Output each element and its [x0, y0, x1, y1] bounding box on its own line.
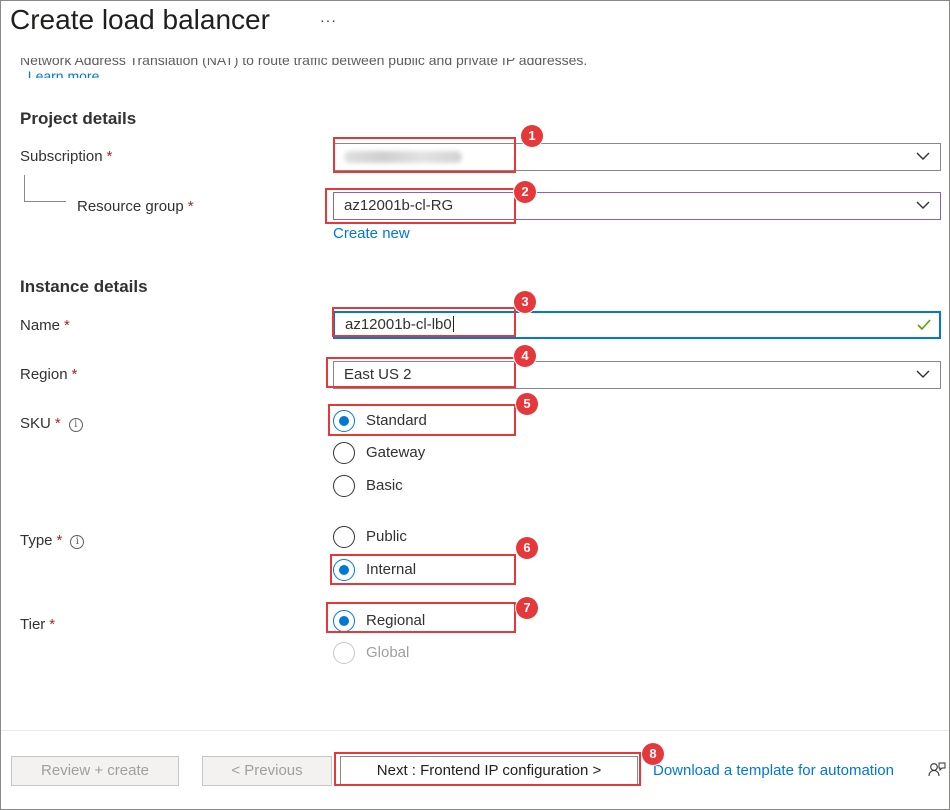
required-marker: *	[106, 148, 113, 165]
resource-group-label: Resource group *	[77, 198, 194, 215]
annotation-badge-4: 4	[514, 345, 536, 367]
chevron-down-icon	[916, 152, 930, 160]
annotation-badge-7: 7	[516, 597, 538, 619]
sku-option-gateway: Gateway	[366, 444, 426, 461]
tier-option-global: Global	[366, 644, 410, 661]
sku-label: SKU * i	[20, 415, 83, 432]
info-icon[interactable]: i	[68, 418, 83, 432]
learn-more-link[interactable]: Learn more.	[28, 68, 103, 78]
type-radio-public[interactable]	[333, 526, 355, 548]
review-create-button: Review + create	[11, 756, 179, 786]
sku-radio-basic[interactable]	[333, 475, 355, 497]
tier-label: Tier *	[20, 616, 56, 633]
annotation-box-tier	[326, 602, 516, 633]
tree-connector	[24, 175, 66, 202]
annotation-box-name	[332, 307, 516, 337]
tier-radio-global	[333, 642, 355, 664]
subscription-label: Subscription *	[20, 148, 113, 165]
sku-option-basic: Basic	[366, 477, 403, 494]
type-label: Type * i	[20, 532, 85, 549]
annotation-box-subscription	[333, 137, 516, 173]
type-option-public: Public	[366, 528, 407, 545]
page-title: Create load balancer	[10, 4, 270, 35]
previous-button: < Previous	[202, 756, 332, 786]
required-marker: *	[54, 415, 61, 432]
instance-details-heading: Instance details	[20, 277, 148, 296]
annotation-badge-8: 8	[642, 743, 664, 765]
more-options-icon[interactable]: ···	[320, 12, 337, 28]
annotation-badge-6: 6	[516, 537, 538, 559]
project-details-heading: Project details	[20, 109, 137, 128]
annotation-badge-2: 2	[514, 181, 536, 203]
footer-divider	[1, 730, 949, 731]
required-marker: *	[71, 366, 78, 383]
annotation-badge-1: 1	[521, 125, 543, 147]
required-marker: *	[64, 317, 70, 334]
annotation-box-next	[334, 752, 641, 786]
annotation-box-region	[326, 357, 516, 388]
annotation-box-type	[330, 554, 516, 585]
annotation-badge-5: 5	[516, 393, 538, 415]
validation-check-icon	[917, 319, 931, 331]
required-marker: *	[56, 532, 63, 549]
annotation-badge-3: 3	[514, 291, 536, 313]
intro-text: Network Address Translation (NAT) to rou…	[20, 58, 930, 78]
feedback-icon[interactable]	[928, 762, 946, 778]
annotation-box-sku	[328, 404, 516, 436]
chevron-down-icon	[916, 201, 930, 209]
annotation-box-resource-group	[325, 188, 516, 224]
info-icon[interactable]: i	[70, 535, 85, 549]
create-new-link[interactable]: Create new	[333, 225, 410, 242]
chevron-down-icon	[916, 370, 930, 378]
region-label: Region *	[20, 366, 78, 383]
intro-description: Network Address Translation (NAT) to rou…	[20, 58, 588, 68]
download-template-link[interactable]: Download a template for automation	[653, 762, 894, 779]
sku-radio-gateway[interactable]	[333, 442, 355, 464]
name-label: Name *	[20, 317, 70, 334]
required-marker: *	[187, 198, 194, 215]
required-marker: *	[49, 616, 56, 633]
